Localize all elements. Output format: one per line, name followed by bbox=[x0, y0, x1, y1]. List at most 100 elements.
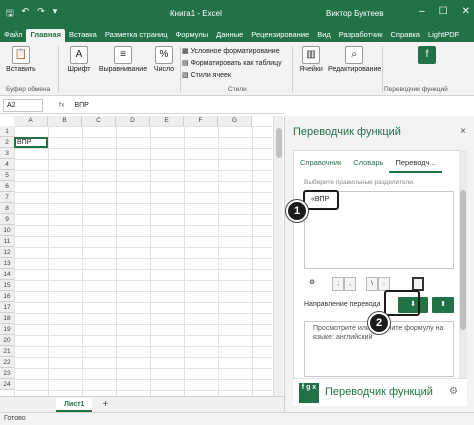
settings-icon[interactable]: ⚙ bbox=[306, 277, 318, 291]
row-header[interactable]: 7 bbox=[0, 192, 14, 203]
column-header[interactable]: C bbox=[82, 116, 116, 126]
table-icon: ▤ bbox=[182, 60, 191, 67]
customize-icon[interactable]: ▾ bbox=[53, 6, 58, 22]
format-as-table-button[interactable]: ▤ Форматировать как таблицу bbox=[182, 58, 282, 70]
column-header[interactable]: D bbox=[116, 116, 150, 126]
tab-home[interactable]: Главная bbox=[26, 29, 65, 42]
title-bar: 🖫 ↶ ↷ ▾ Книга1 - Excel Виктор Буктеев – … bbox=[0, 0, 474, 28]
row-header[interactable]: 3 bbox=[0, 148, 14, 159]
column-header[interactable]: A bbox=[14, 116, 48, 126]
row-header[interactable]: 2 bbox=[0, 137, 14, 148]
separator-option[interactable]: ; bbox=[332, 277, 344, 291]
tab-developer[interactable]: Разработчик bbox=[335, 29, 387, 42]
tab-review[interactable]: Рецензирование bbox=[247, 29, 313, 42]
addin-branding: f g x Переводчик функций ⚙ bbox=[293, 378, 467, 406]
sheet-tabs-bar: Лист1 + bbox=[0, 396, 284, 412]
pane-scroll-thumb[interactable] bbox=[460, 190, 466, 330]
row-header[interactable]: 13 bbox=[0, 258, 14, 269]
pane-scrollbar[interactable] bbox=[459, 150, 467, 378]
separator-option[interactable]: \ bbox=[366, 277, 378, 291]
translate-up-button[interactable]: ⬆ bbox=[432, 297, 454, 313]
column-header[interactable]: G bbox=[218, 116, 252, 126]
font-button[interactable]: A Шрифт bbox=[64, 44, 94, 73]
pane-title: Переводчик функций bbox=[293, 126, 401, 138]
row-header[interactable]: 16 bbox=[0, 291, 14, 302]
tab-page-layout[interactable]: Разметка страниц bbox=[101, 29, 172, 42]
number-button[interactable]: % Число bbox=[150, 44, 178, 73]
row-header[interactable]: 1 bbox=[0, 126, 14, 137]
editing-button[interactable]: ⌕ Редактирование bbox=[328, 44, 381, 73]
alignment-label: Выравнивание bbox=[98, 66, 148, 73]
row-header[interactable]: 19 bbox=[0, 324, 14, 335]
undo-icon[interactable]: ↶ bbox=[22, 6, 30, 22]
row-header[interactable]: 9 bbox=[0, 214, 14, 225]
cell-area[interactable] bbox=[14, 126, 272, 396]
close-icon[interactable]: × bbox=[460, 126, 466, 137]
cells-icon: ▥ bbox=[302, 46, 320, 64]
minimize-icon[interactable]: – bbox=[419, 6, 425, 17]
active-cell[interactable]: ВПР bbox=[14, 137, 48, 148]
tab-help[interactable]: Справка bbox=[387, 29, 424, 42]
add-sheet-icon[interactable]: + bbox=[102, 399, 108, 410]
addin-content: Справочник Словарь Переводч... Выберите … bbox=[293, 150, 463, 406]
alignment-button[interactable]: ≡ Выравнивание bbox=[98, 44, 148, 73]
formula-input[interactable]: ВПР bbox=[74, 102, 88, 109]
addin-group-label: Переводчик функций bbox=[384, 86, 448, 93]
cells-label: Ячейки bbox=[299, 66, 323, 73]
separator-option[interactable]: , bbox=[344, 277, 356, 291]
tab-dictionary[interactable]: Словарь bbox=[347, 155, 389, 173]
user-name[interactable]: Виктор Буктеев bbox=[326, 9, 383, 18]
row-header[interactable]: 22 bbox=[0, 357, 14, 368]
tab-reference[interactable]: Справочник bbox=[294, 155, 347, 173]
separator-controls: ⚙ ; , \ . bbox=[304, 277, 454, 291]
conditional-formatting-icon: ▦ bbox=[182, 48, 191, 55]
row-header[interactable]: 24 bbox=[0, 379, 14, 390]
vertical-scrollbar[interactable] bbox=[273, 116, 283, 396]
tab-insert[interactable]: Вставка bbox=[65, 29, 101, 42]
status-text: Готово bbox=[4, 415, 26, 422]
translator-ribbon-button[interactable]: f bbox=[412, 44, 442, 66]
redo-icon[interactable]: ↷ bbox=[37, 6, 45, 22]
cell-styles-button[interactable]: ▧ Стили ячеек bbox=[182, 70, 282, 82]
column-header[interactable]: B bbox=[48, 116, 82, 126]
row-header[interactable]: 14 bbox=[0, 269, 14, 280]
row-header[interactable]: 20 bbox=[0, 335, 14, 346]
worksheet-grid[interactable]: A B C D E F G 1 2 3 4 5 6 7 8 9 10 11 12… bbox=[0, 116, 272, 396]
row-header[interactable]: 12 bbox=[0, 247, 14, 258]
gear-icon[interactable]: ⚙ bbox=[449, 386, 458, 397]
row-header[interactable]: 18 bbox=[0, 313, 14, 324]
tab-view[interactable]: Вид bbox=[313, 29, 335, 42]
row-header[interactable]: 8 bbox=[0, 203, 14, 214]
column-header[interactable]: E bbox=[150, 116, 184, 126]
divider bbox=[292, 46, 293, 92]
row-header[interactable]: 5 bbox=[0, 170, 14, 181]
fx-icon[interactable]: fx bbox=[59, 102, 64, 109]
separator-selected[interactable] bbox=[412, 277, 424, 291]
row-header[interactable]: 4 bbox=[0, 159, 14, 170]
sheet-tab[interactable]: Лист1 bbox=[56, 397, 93, 412]
row-header[interactable]: 6 bbox=[0, 181, 14, 192]
tab-translator[interactable]: Переводч... bbox=[389, 155, 442, 173]
tab-file[interactable]: Файл bbox=[0, 29, 26, 42]
row-header[interactable]: 15 bbox=[0, 280, 14, 291]
tab-lightpdf[interactable]: LightPDF bbox=[424, 29, 463, 42]
scroll-thumb[interactable] bbox=[276, 128, 282, 158]
separator-hint: Выберите правильные разделители. bbox=[304, 179, 415, 186]
cells-button[interactable]: ▥ Ячейки bbox=[296, 44, 326, 73]
paste-button[interactable]: 📋 Вставить bbox=[4, 44, 38, 73]
tab-formulas[interactable]: Формулы bbox=[172, 29, 213, 42]
row-header[interactable]: 21 bbox=[0, 346, 14, 357]
row-header[interactable]: 10 bbox=[0, 225, 14, 236]
name-box[interactable]: A2 bbox=[3, 99, 43, 112]
tab-data[interactable]: Данные bbox=[212, 29, 247, 42]
conditional-formatting-button[interactable]: ▦ Условное форматирование bbox=[182, 46, 282, 58]
maximize-icon[interactable]: ☐ bbox=[439, 6, 448, 17]
row-header[interactable]: 23 bbox=[0, 368, 14, 379]
divider bbox=[382, 46, 383, 92]
separator-option[interactable]: . bbox=[378, 277, 390, 291]
close-icon[interactable]: ✕ bbox=[462, 6, 470, 17]
row-header[interactable]: 17 bbox=[0, 302, 14, 313]
column-header[interactable]: F bbox=[184, 116, 218, 126]
row-header[interactable]: 11 bbox=[0, 236, 14, 247]
save-icon[interactable]: 🖫 bbox=[6, 6, 14, 22]
